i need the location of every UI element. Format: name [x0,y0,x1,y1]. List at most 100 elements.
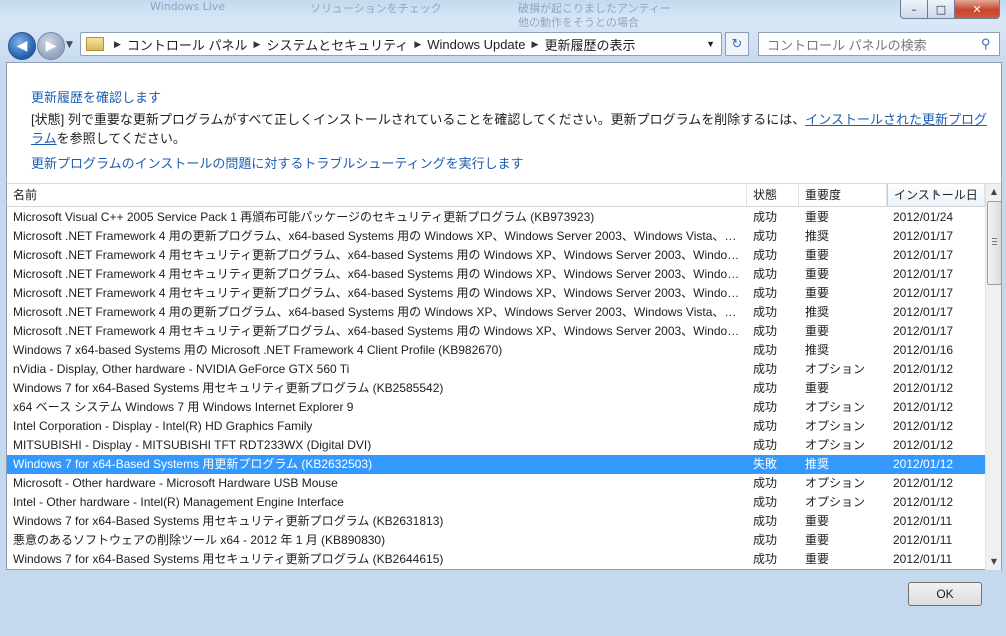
table-row[interactable]: x64 ベース システム Windows 7 用 Windows Interne… [7,398,985,417]
breadcrumb-control-panel[interactable]: コントロール パネル [127,35,248,54]
ok-button[interactable]: OK [908,582,982,606]
table-row[interactable]: Microsoft .NET Framework 4 用セキュリティ更新プログラ… [7,265,985,284]
navigation-bar: ◀ ▶ ▼ ▶ コントロール パネル ▶ システムとセキュリティ ▶ Windo… [6,30,1000,60]
recent-pages-dropdown-icon[interactable]: ▼ [66,40,73,50]
table-row[interactable]: 悪意のあるソフトウェアの削除ツール x64 - 2012 年 1 月 (KB89… [7,531,985,550]
status-cell: 成功 [753,343,778,357]
install-date-cell: 2012/01/12 [893,476,954,490]
table-row[interactable]: Windows 7 for x64-Based Systems 用セキュリティ更… [7,512,985,531]
importance-cell: 重要 [805,381,830,395]
table-row[interactable]: nVidia - Display, Other hardware - NVIDI… [7,360,985,379]
update-name-cell: MITSUBISHI - Display - MITSUBISHI TFT RD… [13,438,372,452]
scrollbar-thumb[interactable] [987,201,1001,285]
background-window-text: 他の動作をそうとの場合 [518,16,639,29]
status-cell: 成功 [753,533,778,547]
status-cell: 成功 [753,362,778,376]
importance-cell: 重要 [805,286,830,300]
install-date-cell: 2012/01/12 [893,438,954,452]
back-arrow-icon: ◀ [16,38,28,54]
importance-cell: 重要 [805,267,830,281]
update-name-cell: Microsoft .NET Framework 4 用の更新プログラム、x64… [13,305,743,319]
status-cell: 成功 [753,248,778,262]
close-button[interactable]: ✕ [955,0,1000,19]
table-row[interactable]: Microsoft .NET Framework 4 用セキュリティ更新プログラ… [7,322,985,341]
install-date-cell: 2012/01/16 [893,343,954,357]
importance-cell: 重要 [805,552,830,566]
status-cell: 成功 [753,400,778,414]
background-window-text: Windows Live [150,0,226,13]
status-cell: 成功 [753,210,778,224]
table-row[interactable]: Microsoft .NET Framework 4 用の更新プログラム、x64… [7,227,985,246]
update-name-cell: Microsoft Visual C++ 2005 Service Pack 1… [13,210,595,224]
table-row[interactable]: Intel - Other hardware - Intel(R) Manage… [7,493,985,512]
control-panel-icon [86,37,104,51]
install-date-cell: 2012/01/11 [893,533,953,547]
status-cell: 成功 [753,495,778,509]
table-row[interactable]: Windows 7 x64-based Systems 用の Microsoft… [7,341,985,360]
breadcrumb-chevron-icon[interactable]: ▶ [254,39,261,50]
table-row[interactable]: MITSUBISHI - Display - MITSUBISHI TFT RD… [7,436,985,455]
breadcrumb-chevron-icon[interactable]: ▶ [414,39,421,50]
column-header-date[interactable]: ▲ インストール日 [887,184,985,206]
maximize-button[interactable]: □ [928,0,955,19]
table-row[interactable]: Microsoft .NET Framework 4 用の更新プログラム、x64… [7,303,985,322]
refresh-icon: ↻ [731,36,743,52]
status-cell: 成功 [753,514,778,528]
update-name-cell: Microsoft .NET Framework 4 用セキュリティ更新プログラ… [13,324,743,338]
vertical-scrollbar[interactable]: ▲ ▼ [985,184,1001,570]
page-title: 更新履歴を確認します [31,90,162,105]
breadcrumb-system-security[interactable]: システムとセキュリティ [266,35,408,54]
breadcrumb-update-history[interactable]: 更新履歴の表示 [544,35,635,54]
update-name-cell: Microsoft .NET Framework 4 用セキュリティ更新プログラ… [13,267,743,281]
table-row[interactable]: Microsoft .NET Framework 4 用セキュリティ更新プログラ… [7,284,985,303]
status-cell: 成功 [753,229,778,243]
install-date-cell: 2012/01/12 [893,362,954,376]
sort-ascending-icon: ▲ [932,187,940,196]
troubleshoot-link[interactable]: 更新プログラムのインストールの問題に対するトラブルシューティングを実行します [31,153,524,172]
install-date-cell: 2012/01/17 [893,267,954,281]
table-row[interactable]: Microsoft .NET Framework 4 用セキュリティ更新プログラ… [7,246,985,265]
table-row[interactable]: Windows 7 for x64-Based Systems 用セキュリティ更… [7,550,985,569]
column-header-importance[interactable]: 重要度 [799,184,887,206]
column-header-row: 名前 状態 重要度 ▲ インストール日 [7,184,985,207]
search-box[interactable]: コントロール パネルの検索 ⚲ [758,32,1000,56]
thumb-grip-line [992,238,997,239]
update-name-cell: Microsoft - Other hardware - Microsoft H… [13,476,338,490]
search-icon[interactable]: ⚲ [981,36,999,52]
status-cell: 成功 [753,476,778,490]
update-name-cell: Windows 7 for x64-Based Systems 用セキュリティ更… [13,552,444,566]
minimize-button[interactable]: – [900,0,928,19]
install-date-cell: 2012/01/12 [893,457,954,471]
breadcrumb-chevron-icon[interactable]: ▶ [114,39,121,50]
table-row[interactable]: Microsoft - Other hardware - Microsoft H… [7,474,985,493]
breadcrumb-windows-update[interactable]: Windows Update [427,37,525,52]
column-header-name[interactable]: 名前 [7,184,747,206]
table-row[interactable]: Intel Corporation - Display - Intel(R) H… [7,417,985,436]
address-dropdown-icon[interactable]: ▼ [706,39,715,49]
table-row[interactable]: Microsoft Visual C++ 2005 Service Pack 1… [7,208,985,227]
table-row[interactable]: Windows 7 for x64-Based Systems 用セキュリティ更… [7,379,985,398]
status-cell: 失敗 [753,457,778,471]
description-text: [状態] 列で重要な更新プログラムがすべて正しくインストールされていることを確認… [31,110,991,148]
install-date-cell: 2012/01/12 [893,381,954,395]
address-bar[interactable]: ▶ コントロール パネル ▶ システムとセキュリティ ▶ Windows Upd… [80,32,722,56]
back-button[interactable]: ◀ [8,32,36,60]
importance-cell: オプション [805,495,866,509]
breadcrumb-chevron-icon[interactable]: ▶ [532,39,539,50]
table-row[interactable]: Windows 7 for x64-Based Systems 用更新プログラム… [7,455,985,474]
status-cell: 成功 [753,552,778,566]
status-cell: 成功 [753,419,778,433]
update-history-list: 名前 状態 重要度 ▲ インストール日 Microsoft Visual C++… [7,183,1001,570]
scroll-up-icon[interactable]: ▲ [986,184,1001,200]
column-header-status[interactable]: 状態 [747,184,799,206]
search-input[interactable]: コントロール パネルの検索 [759,35,981,54]
install-date-cell: 2012/01/17 [893,229,954,243]
refresh-button[interactable]: ↻ [725,32,749,56]
install-date-cell: 2012/01/24 [893,210,954,224]
importance-cell: 推奨 [805,305,830,319]
forward-button[interactable]: ▶ [37,32,65,60]
scroll-down-icon[interactable]: ▼ [986,554,1001,570]
update-name-cell: 悪意のあるソフトウェアの削除ツール x64 - 2012 年 1 月 (KB89… [13,533,386,547]
description-lead: [状態] 列で重要な更新プログラムがすべて正しくインストールされていることを確認… [31,112,806,127]
update-name-cell: Windows 7 x64-based Systems 用の Microsoft… [13,343,503,357]
